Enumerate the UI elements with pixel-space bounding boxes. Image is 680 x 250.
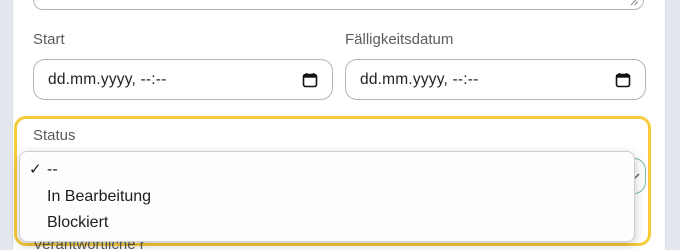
status-dropdown-list: ✓ -- In Bearbeitung Blockiert [19,151,635,242]
calendar-icon[interactable] [302,72,318,88]
resize-grip-icon[interactable] [630,0,639,6]
option-label: Blockiert [47,214,109,231]
option-label: In Bearbeitung [47,187,152,205]
due-datetime-value: dd.mm.yyyy, --:-- [360,70,479,88]
status-option-empty[interactable]: ✓ -- [20,157,634,184]
status-option-blocked[interactable]: Blockiert [20,210,634,237]
status-label: Status [33,127,76,144]
start-datetime-input[interactable]: dd.mm.yyyy, --:-- [33,59,333,100]
description-textarea[interactable] [33,0,644,10]
checkmark-icon: ✓ [29,161,42,178]
due-datetime-input[interactable]: dd.mm.yyyy, --:-- [345,59,646,100]
start-label: Start [33,31,65,48]
calendar-icon[interactable] [615,72,631,88]
status-option-in-progress[interactable]: In Bearbeitung [20,184,634,211]
option-label: -- [47,161,58,178]
start-datetime-value: dd.mm.yyyy, --:-- [48,70,167,88]
due-date-label: Fälligkeitsdatum [345,31,454,48]
